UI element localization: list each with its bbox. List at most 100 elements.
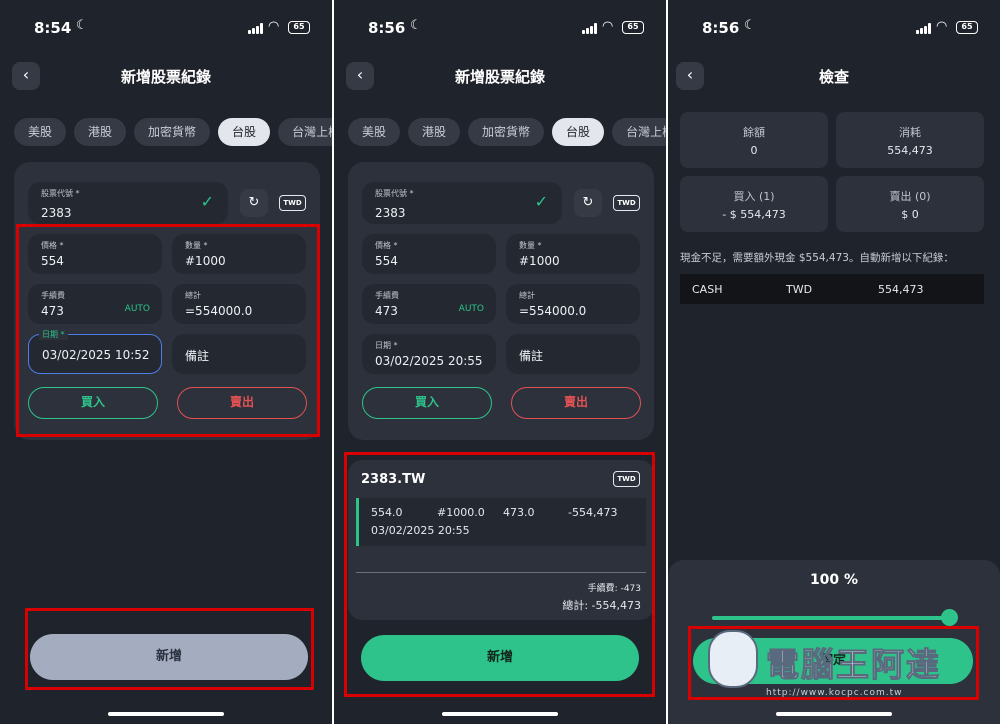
percent-label: 100 %: [809, 572, 859, 588]
price-value: 554: [41, 254, 64, 268]
note-placeholder: 備註: [185, 349, 210, 363]
currency-badge: TWD: [613, 195, 640, 211]
tab-us-stock[interactable]: 美股: [14, 118, 67, 146]
refresh-icon: ↻: [582, 195, 594, 210]
fee-field[interactable]: 手續費 473 AUTO: [362, 284, 496, 324]
sell-button[interactable]: 賣出: [511, 387, 641, 419]
cash-type: CASH: [692, 283, 723, 296]
status-bar: 8:56 ☾ ◠ 65: [668, 0, 1000, 56]
add-button[interactable]: 新增: [361, 635, 639, 681]
tab-hk-stock[interactable]: 港股: [74, 118, 127, 146]
summary-total: 總計: -554,473: [562, 599, 641, 612]
fee-field[interactable]: 手續費 473 AUTO: [28, 284, 162, 324]
sell-summary-box: 賣出 (0) $ 0: [836, 176, 984, 232]
home-indicator: [776, 712, 892, 716]
date-label: 日期 *: [375, 341, 398, 350]
market-tabs: 美股 港股 加密貨幣 台股 台灣上櫃股: [348, 118, 666, 146]
home-indicator: [442, 712, 558, 716]
page-title: 檢查: [818, 68, 849, 86]
sell-button[interactable]: 賣出: [177, 387, 307, 419]
status-bar: 8:54 ☾ ◠ 65: [0, 0, 332, 56]
tab-hk-stock[interactable]: 港股: [408, 118, 461, 146]
tab-tw-otc[interactable]: 台灣上櫃股: [278, 118, 332, 146]
date-value: 03/02/2025 20:55: [375, 354, 483, 368]
quantity-field[interactable]: 數量 * #1000: [172, 234, 306, 274]
note-field[interactable]: 備註: [506, 334, 640, 374]
record-amount: -554,473: [568, 506, 618, 519]
page-title: 新增股票紀錄: [120, 68, 211, 86]
stock-code-field[interactable]: 股票代號 * 2383 ✓: [362, 182, 562, 224]
refresh-button[interactable]: ↻: [240, 189, 268, 217]
sell-summary-label: 賣出 (0): [889, 190, 931, 203]
add-button[interactable]: 新增: [30, 634, 308, 680]
price-label: 價格 *: [375, 241, 398, 250]
tab-crypto[interactable]: 加密貨幣: [134, 118, 211, 146]
quantity-label: 數量 *: [519, 241, 542, 250]
divider: [356, 572, 646, 573]
check-icon: ✓: [200, 192, 214, 211]
moon-icon: ☾: [744, 18, 756, 33]
record-row[interactable]: 554.0 #1000.0 473.0 -554,473 03/02/2025 …: [356, 498, 646, 546]
battery-icon: 65: [288, 21, 310, 34]
record-fee: 473.0: [503, 506, 535, 519]
date-label: 日期 *: [39, 329, 68, 340]
date-field[interactable]: 日期 * 03/02/2025 10:52: [28, 329, 162, 374]
fee-value: 473: [41, 304, 64, 318]
quantity-label: 數量 *: [185, 241, 208, 250]
stock-code-label: 股票代號 *: [41, 189, 80, 198]
record-symbol: 2383.TW: [361, 472, 426, 487]
pending-record-card: 2383.TW TWD 554.0 #1000.0 473.0 -554,473…: [348, 460, 654, 620]
percent-slider-handle[interactable]: [941, 609, 958, 626]
currency-badge: TWD: [279, 195, 306, 211]
status-time: 8:54: [34, 19, 72, 37]
refresh-button[interactable]: ↻: [574, 189, 602, 217]
price-label: 價格 *: [41, 241, 64, 250]
buy-button[interactable]: 買入: [28, 387, 158, 419]
quantity-value: #1000: [519, 254, 560, 268]
consume-label: 消耗: [899, 126, 921, 139]
status-time: 8:56: [702, 19, 740, 37]
balance-label: 餘額: [743, 126, 765, 139]
status-bar: 8:56 ☾ ◠ 65: [334, 0, 666, 56]
cash-amount: 554,473: [878, 283, 924, 296]
currency-badge: TWD: [613, 471, 640, 487]
total-field: 總計 =554000.0: [172, 284, 306, 324]
total-value: =554000.0: [185, 304, 253, 318]
total-value: =554000.0: [519, 304, 587, 318]
fee-label: 手續費: [41, 291, 65, 300]
record-form: 股票代號 * 2383 ✓ ↻ TWD 價格 * 554 數量 * #1000 …: [14, 162, 320, 440]
status-time: 8:56: [368, 19, 406, 37]
tab-tw-stock[interactable]: 台股: [552, 118, 605, 146]
price-field[interactable]: 價格 * 554: [28, 234, 162, 274]
fee-label: 手續費: [375, 291, 399, 300]
tab-tw-stock[interactable]: 台股: [218, 118, 271, 146]
total-field: 總計 =554000.0: [506, 284, 640, 324]
quantity-field[interactable]: 數量 * #1000: [506, 234, 640, 274]
note-placeholder: 備註: [519, 349, 544, 363]
stock-code-label: 股票代號 *: [375, 189, 414, 198]
buy-button[interactable]: 買入: [362, 387, 492, 419]
wifi-icon: ◠: [268, 19, 280, 34]
stock-code-field[interactable]: 股票代號 * 2383 ✓: [28, 182, 228, 224]
insufficient-cash-warning: 現金不足，需要額外現金 $554,473。自動新增以下紀錄：: [680, 252, 954, 264]
auto-badge: AUTO: [124, 304, 150, 314]
market-tabs: 美股 港股 加密貨幣 台股 台灣上櫃股: [14, 118, 332, 146]
date-field[interactable]: 日期 * 03/02/2025 20:55: [362, 334, 496, 374]
percent-slider-track[interactable]: [712, 616, 950, 620]
record-qty: #1000.0: [437, 506, 485, 519]
note-field[interactable]: 備註: [172, 334, 306, 374]
buy-indicator: [356, 498, 359, 546]
signal-icon: [248, 23, 264, 34]
tab-crypto[interactable]: 加密貨幣: [468, 118, 545, 146]
watermark-text: 電腦王阿達: [766, 645, 941, 685]
price-value: 554: [375, 254, 398, 268]
cash-currency: TWD: [786, 283, 813, 296]
tab-tw-otc[interactable]: 台灣上櫃股: [612, 118, 666, 146]
wifi-icon: ◠: [602, 19, 614, 34]
balance-value: 0: [750, 144, 758, 157]
price-field[interactable]: 價格 * 554: [362, 234, 496, 274]
mascot-logo-icon: [708, 630, 758, 688]
balance-box: 餘額 0: [680, 112, 828, 168]
check-icon: ✓: [534, 192, 548, 211]
tab-us-stock[interactable]: 美股: [348, 118, 401, 146]
